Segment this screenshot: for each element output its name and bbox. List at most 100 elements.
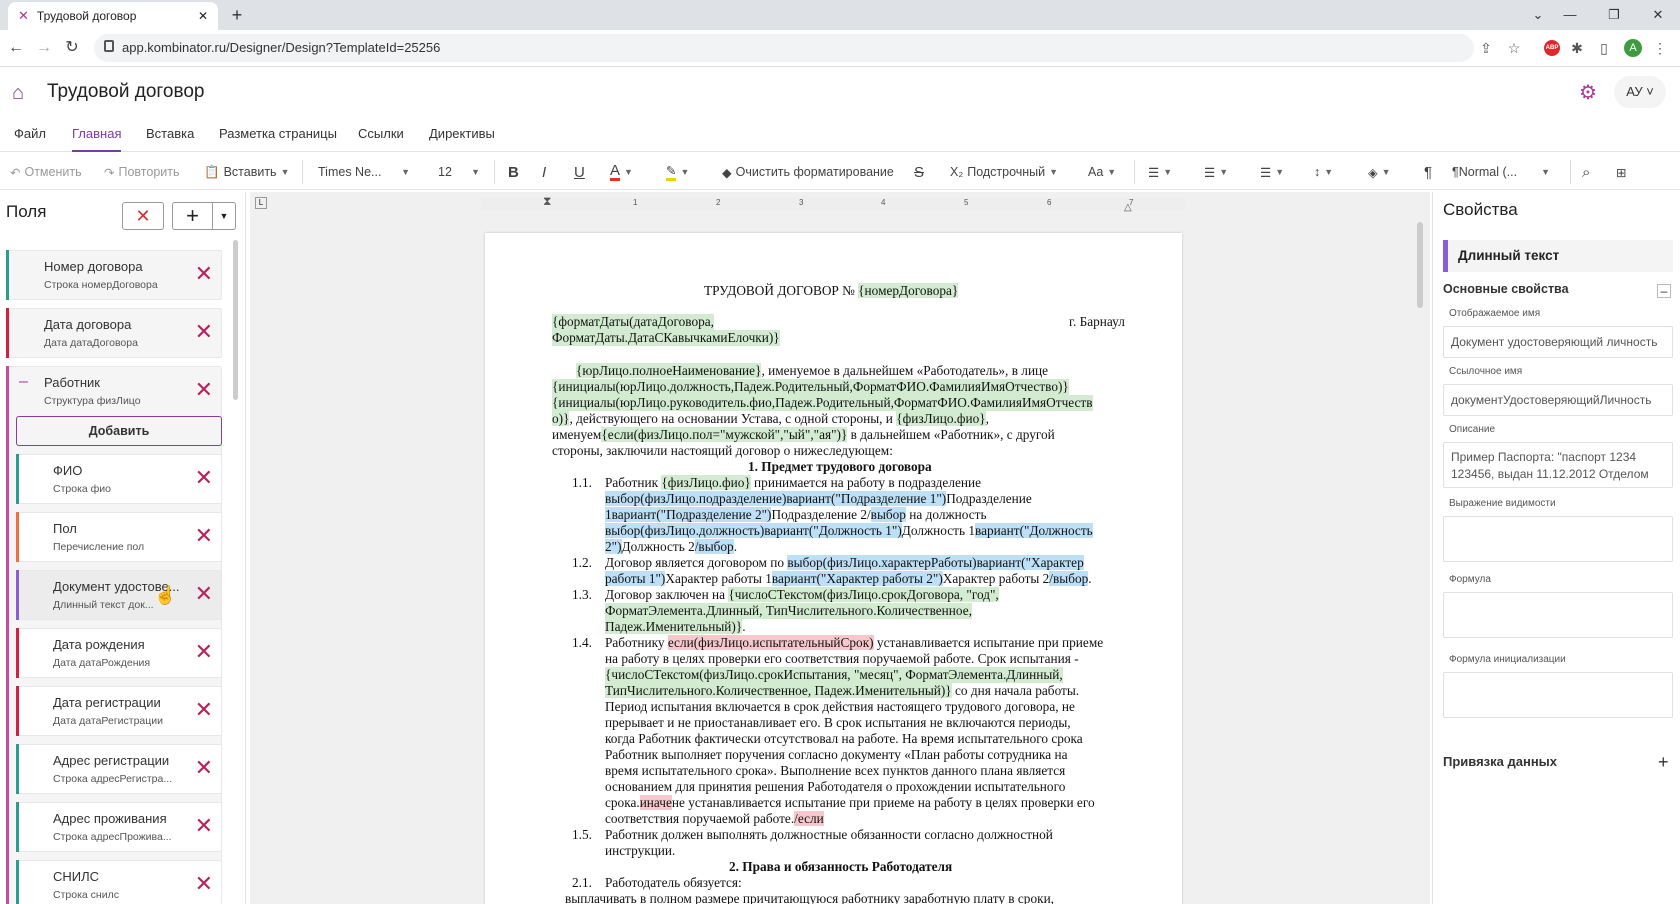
condition-token[interactable]: иначе <box>639 795 672 810</box>
paste-button[interactable]: 📋 Вставить ▼ <box>204 162 290 182</box>
bookmark-star-icon[interactable]: ☆ <box>1504 38 1524 58</box>
field-item[interactable]: Пол Перечисление пол ✕ <box>16 512 222 562</box>
choice-token[interactable]: выбор(физЛицо.подразделение)вариант("Под… <box>605 491 947 506</box>
ref-name-field[interactable]: документУдостоверяющийЛичность <box>1443 384 1673 416</box>
field-token[interactable]: о)} <box>552 411 570 426</box>
strikethrough-icon[interactable]: S <box>914 162 924 182</box>
bold-icon[interactable]: B <box>508 162 519 182</box>
choice-token[interactable]: /выбор <box>1049 571 1089 586</box>
minimize-button[interactable]: — <box>1548 0 1592 30</box>
field-token[interactable]: {числоСТекстом(физЛицо.срокИспытания, "м… <box>605 667 1063 684</box>
gear-icon[interactable]: ⚙ <box>1579 80 1597 105</box>
tab-insert[interactable]: Вставка <box>146 126 194 152</box>
close-tab-icon[interactable]: ✕ <box>198 9 208 23</box>
close-icon[interactable]: ✕ <box>195 525 213 547</box>
formula-field[interactable] <box>1443 592 1673 638</box>
close-icon[interactable]: ✕ <box>195 321 213 343</box>
reload-icon[interactable]: ↻ <box>62 38 82 58</box>
right-indent-marker-icon[interactable]: △ <box>1124 202 1132 213</box>
choice-token[interactable]: /выбор <box>694 539 734 554</box>
line-spacing-button[interactable]: ↕ ▼ <box>1314 162 1333 182</box>
close-icon[interactable]: ✕ <box>195 699 213 721</box>
style-select[interactable]: ¶Normal (... ▼ <box>1452 162 1550 182</box>
choice-token[interactable]: вариант("Характер работы 2") <box>771 571 943 586</box>
highlight-button[interactable]: ✎ ▼ <box>666 162 689 182</box>
indent-button[interactable]: ☰ ▼ <box>1204 162 1228 182</box>
close-icon[interactable]: ✕ <box>195 873 213 895</box>
panel-splitter[interactable] <box>245 192 246 904</box>
horizontal-ruler[interactable]: 1 2 3 4 5 6 7 ⧗ △ <box>481 194 1185 213</box>
side-panel-icon[interactable]: ▯ <box>1594 38 1614 58</box>
field-token[interactable]: ФорматЭлемента.Длинный, ТипЧислительного… <box>605 603 972 620</box>
underline-icon[interactable]: U <box>574 162 585 182</box>
scrollbar[interactable] <box>233 240 238 400</box>
add-child-field-button[interactable]: Добавить <box>16 416 222 446</box>
clear-formatting-button[interactable]: ◆ Очистить форматирование <box>722 162 894 182</box>
numbered-list-button[interactable]: ☰ ▼ <box>1148 162 1172 182</box>
field-token[interactable]: {физЛицо.фио} <box>661 475 751 490</box>
choice-token[interactable]: выбор <box>870 507 906 522</box>
new-tab-button[interactable]: + <box>226 4 248 26</box>
close-icon[interactable]: ✕ <box>195 467 213 489</box>
font-color-button[interactable]: A ▼ <box>610 162 633 182</box>
close-icon[interactable]: ✕ <box>195 379 213 401</box>
font-select[interactable]: Times Ne... ▼ <box>318 162 410 182</box>
section-main-properties[interactable]: Основные свойства <box>1443 282 1569 296</box>
undo-button[interactable]: ↶ Отменить <box>10 162 82 182</box>
user-menu-button[interactable]: АУ ˅ <box>1614 76 1666 108</box>
plus-icon[interactable]: + <box>1658 753 1669 771</box>
field-item[interactable]: Дата регистрации Дата датаРегистрации ✕ <box>16 686 222 736</box>
close-icon[interactable]: ✕ <box>195 641 213 663</box>
field-item[interactable]: СНИЛС Строка снилс ✕ <box>16 860 222 904</box>
italic-icon[interactable]: I <box>542 162 546 182</box>
field-item[interactable]: Адрес проживания Строка адресПрожива... ✕ <box>16 802 222 852</box>
share-icon[interactable]: ⇪ <box>1476 38 1496 58</box>
field-token[interactable]: Падеж.Именительный)} <box>605 619 743 634</box>
field-token[interactable]: {инициалы(юрЛицо.должность,Падеж.Родител… <box>552 379 1069 396</box>
address-bar[interactable]: app.kombinator.ru/Designer/Design?Templa… <box>94 34 1474 62</box>
profile-avatar[interactable]: A <box>1624 39 1642 57</box>
field-token[interactable]: {форматДаты(датаДоговора, <box>552 314 714 331</box>
close-icon[interactable]: ✕ <box>195 815 213 837</box>
extensions-puzzle-icon[interactable]: ✱ <box>1567 38 1587 58</box>
visibility-field[interactable] <box>1443 516 1673 562</box>
field-token[interactable]: {юрЛицо.полноеНаименование} <box>576 363 762 378</box>
data-binding-section[interactable]: Привязка данных <box>1443 754 1557 769</box>
change-case-button[interactable]: Aa ▼ <box>1088 162 1116 182</box>
choice-token[interactable]: вариант("Должность <box>975 523 1093 538</box>
condition-token[interactable]: /если <box>794 811 824 826</box>
back-icon[interactable]: ← <box>6 38 26 58</box>
close-icon[interactable]: ✕ <box>195 583 213 605</box>
tab-directives[interactable]: Директивы <box>429 126 495 152</box>
editor-scrollbar[interactable] <box>1417 222 1423 308</box>
display-name-field[interactable]: Документ удостоверяющий личность <box>1443 326 1673 358</box>
field-token[interactable]: {числоСТекстом(физЛицо.срокДоговора, "го… <box>728 587 999 602</box>
restore-button[interactable]: ❐ <box>1592 0 1636 30</box>
field-token[interactable]: ТипЧислительного.Количественное, Падеж.И… <box>605 683 952 698</box>
plus-icon[interactable]: + <box>173 203 213 229</box>
document-page[interactable]: ТРУДОВОЙ ДОГОВОР № {номерДоговора} {форм… <box>485 233 1182 904</box>
field-item[interactable]: Номер договора Строка номерДоговора ✕ <box>6 250 222 300</box>
field-item-selected[interactable]: Документ удостове... Длинный текст док...… <box>16 570 222 620</box>
tab-file[interactable]: Файл <box>14 126 46 152</box>
subscript-button[interactable]: X₂ Подстрочный ▼ <box>950 162 1058 182</box>
condition-token[interactable]: если(физЛицо.испытательныйСрок) <box>667 635 874 650</box>
adblock-icon[interactable]: ABP <box>1544 40 1560 56</box>
fill-color-button[interactable]: ◈ ▼ <box>1368 162 1391 182</box>
delete-all-button[interactable]: ✕ <box>122 202 164 230</box>
close-window-button[interactable]: ✕ <box>1636 0 1680 30</box>
field-item[interactable]: Дата рождения Дата датаРождения ✕ <box>16 628 222 678</box>
align-button[interactable]: ☰ ▼ <box>1260 162 1284 182</box>
init-formula-field[interactable] <box>1443 672 1673 718</box>
collapse-icon[interactable]: – <box>1657 284 1671 298</box>
browser-menu-icon[interactable]: ⋮ <box>1650 38 1670 58</box>
redo-button[interactable]: ↷ Повторить <box>104 162 180 182</box>
tab-page-layout[interactable]: Разметка страницы <box>219 126 337 152</box>
field-item[interactable]: ФИО Строка фио ✕ <box>16 454 222 504</box>
paragraph-mark-icon[interactable]: ¶ <box>1424 162 1432 182</box>
field-item[interactable]: Адрес регистрации Строка адресРегистра...… <box>16 744 222 794</box>
font-size-select[interactable]: 12 ▼ <box>438 162 480 182</box>
chevron-down-icon[interactable]: ▼ <box>213 203 235 229</box>
home-icon[interactable]: ⌂ <box>12 82 24 105</box>
choice-token[interactable]: 2") <box>605 539 622 554</box>
